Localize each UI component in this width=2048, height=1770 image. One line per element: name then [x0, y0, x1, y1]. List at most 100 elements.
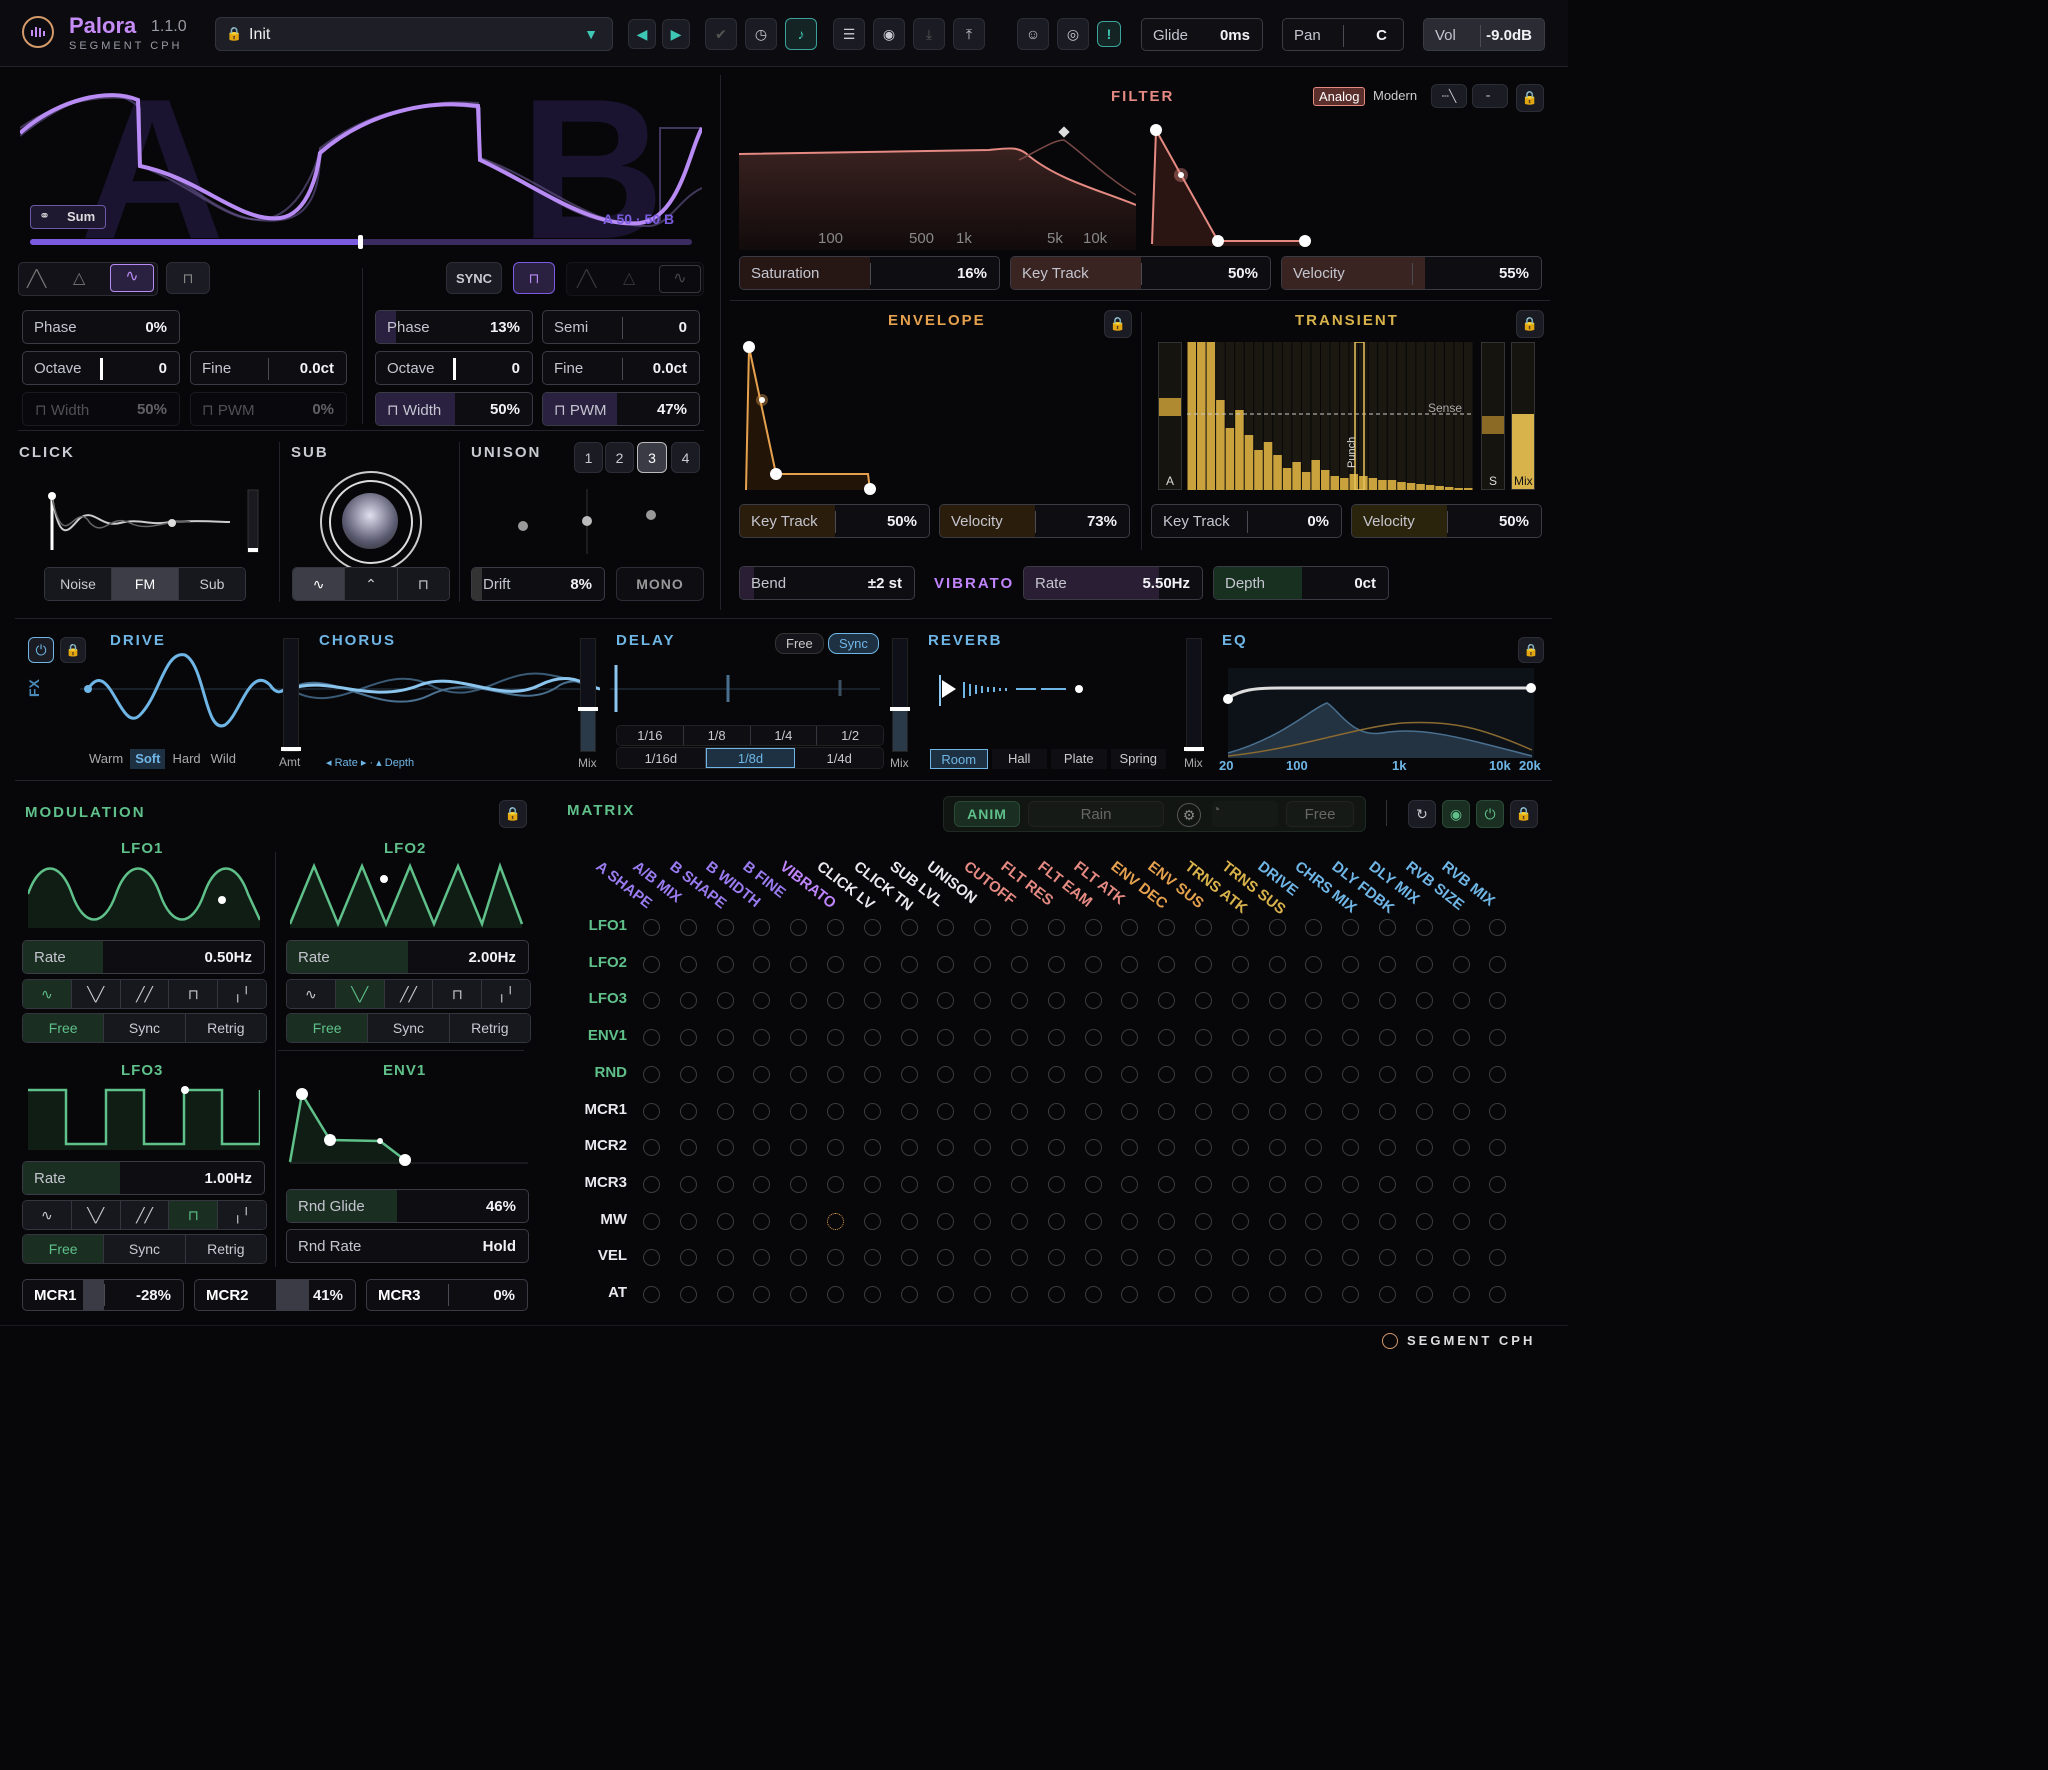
- filter-mode-modern[interactable]: Modern: [1373, 88, 1417, 103]
- matrix-cell[interactable]: [1489, 1029, 1507, 1047]
- lfo2-rate[interactable]: Rate 2.00Hz: [286, 940, 529, 974]
- matrix-cell[interactable]: [1158, 992, 1176, 1010]
- random-icon[interactable]: ╷╵: [218, 980, 266, 1008]
- matrix-cell[interactable]: [1268, 992, 1286, 1010]
- mono-button[interactable]: MONO: [616, 567, 704, 601]
- lock-icon[interactable]: 🔒: [1518, 637, 1544, 663]
- transient-mix-meter[interactable]: Mix: [1511, 342, 1535, 490]
- reverb-mode-hall[interactable]: Hall: [991, 749, 1047, 769]
- matrix-cell[interactable]: [1379, 919, 1396, 936]
- matrix-cell[interactable]: [679, 1065, 697, 1083]
- matrix-cell[interactable]: [1158, 1139, 1176, 1157]
- matrix-cell[interactable]: [974, 1029, 992, 1047]
- matrix-cell[interactable]: [1379, 955, 1396, 973]
- matrix-cell[interactable]: [790, 992, 808, 1010]
- square-icon[interactable]: ⊓: [169, 980, 219, 1008]
- matrix-cell[interactable]: [1415, 1175, 1433, 1193]
- sum-toggle[interactable]: ⚭ Sum: [30, 205, 106, 229]
- matrix-cell[interactable]: [716, 1212, 734, 1230]
- matrix-cell[interactable]: [900, 1029, 918, 1047]
- matrix-cell[interactable]: [753, 919, 771, 936]
- matrix-cell[interactable]: [1011, 1029, 1028, 1047]
- clock-icon[interactable]: ◷: [745, 18, 777, 50]
- reverb-display[interactable]: [936, 670, 1096, 710]
- delay-time-1-8[interactable]: 1/8: [683, 726, 751, 745]
- lowpass-icon[interactable]: ┄╲: [1431, 84, 1467, 108]
- osc-a-octave[interactable]: Octave 0: [22, 351, 180, 385]
- matrix-cell[interactable]: [863, 992, 881, 1010]
- macro-2[interactable]: MCR2 41%: [194, 1279, 356, 1311]
- matrix-cell[interactable]: [974, 1286, 992, 1303]
- matrix-cell[interactable]: [753, 992, 771, 1010]
- matrix-cell[interactable]: [937, 1139, 955, 1157]
- matrix-cell[interactable]: [790, 955, 808, 973]
- triangle-icon[interactable]: ╲╱: [71, 980, 121, 1008]
- saw-icon[interactable]: ╱╱: [120, 980, 170, 1008]
- reverb-mode-room[interactable]: Room: [930, 749, 988, 769]
- matrix-cell[interactable]: [1452, 1212, 1470, 1230]
- matrix-cell[interactable]: [753, 1029, 771, 1047]
- matrix-cell[interactable]: [679, 1102, 697, 1120]
- matrix-cell[interactable]: [900, 1102, 918, 1120]
- matrix-cell[interactable]: [1342, 1286, 1360, 1303]
- check-icon[interactable]: ✔: [705, 18, 737, 50]
- matrix-cell[interactable]: [1268, 1065, 1286, 1083]
- anim-button[interactable]: ANIM: [954, 801, 1020, 827]
- matrix-cell[interactable]: [1342, 1102, 1360, 1120]
- matrix-cell[interactable]: [1342, 1139, 1360, 1157]
- matrix-cell[interactable]: [679, 992, 697, 1010]
- matrix-cell[interactable]: [937, 955, 955, 973]
- matrix-cell[interactable]: [1415, 1102, 1433, 1120]
- matrix-cell[interactable]: [1489, 992, 1507, 1010]
- matrix-cell[interactable]: [863, 1102, 881, 1120]
- matrix-cell[interactable]: [1195, 1175, 1212, 1193]
- osc-a-phase[interactable]: Phase 0%: [22, 310, 180, 344]
- drive-chorus-display[interactable]: [80, 645, 600, 745]
- matrix-cell[interactable]: [643, 955, 660, 973]
- unison-spread-display[interactable]: [500, 484, 680, 554]
- matrix-cell[interactable]: [1268, 1175, 1286, 1193]
- matrix-cell[interactable]: [1047, 1286, 1065, 1303]
- osc-mix-slider[interactable]: [30, 235, 692, 249]
- matrix-cell[interactable]: [1452, 955, 1470, 973]
- matrix-cell[interactable]: [1231, 919, 1249, 936]
- matrix-cell[interactable]: [863, 1065, 881, 1083]
- matrix-cell[interactable]: [1489, 1212, 1507, 1230]
- matrix-cell[interactable]: [863, 1139, 881, 1157]
- matrix-cell[interactable]: [1268, 1139, 1286, 1157]
- matrix-cell[interactable]: [1489, 1139, 1507, 1157]
- matrix-cell[interactable]: [974, 1102, 992, 1120]
- matrix-cell[interactable]: [1121, 992, 1139, 1010]
- matrix-cell[interactable]: [679, 1175, 697, 1193]
- matrix-cell[interactable]: [1268, 1212, 1286, 1230]
- matrix-cell[interactable]: [900, 919, 918, 936]
- list-icon[interactable]: ☰: [833, 18, 865, 50]
- matrix-cell[interactable]: [1047, 992, 1065, 1010]
- delay-free-toggle[interactable]: Free: [775, 633, 824, 654]
- matrix-cell[interactable]: [1047, 955, 1065, 973]
- upload-icon[interactable]: ⤒: [953, 18, 985, 50]
- speed-icon[interactable]: ◔: [1212, 801, 1278, 827]
- matrix-cell[interactable]: [790, 1175, 808, 1193]
- click-mode-fm[interactable]: FM: [112, 568, 179, 600]
- matrix-cell[interactable]: [716, 1249, 734, 1267]
- matrix-cell[interactable]: [1121, 1065, 1139, 1083]
- matrix-cell[interactable]: [1158, 1102, 1176, 1120]
- matrix-cell[interactable]: [753, 1212, 771, 1230]
- matrix-cell[interactable]: [827, 1286, 844, 1303]
- matrix-cell[interactable]: [900, 1249, 918, 1267]
- matrix-cell[interactable]: [643, 1102, 660, 1120]
- matrix-cell[interactable]: [716, 1175, 734, 1193]
- delay-time-1-16d[interactable]: 1/16d: [617, 748, 706, 768]
- matrix-cell[interactable]: [790, 1139, 808, 1157]
- matrix-cell[interactable]: [753, 1175, 771, 1193]
- sine-icon[interactable]: ∿: [293, 568, 346, 600]
- drive-mode-warm[interactable]: Warm: [86, 749, 126, 769]
- matrix-cell[interactable]: [1084, 919, 1102, 936]
- download-icon[interactable]: ⤓: [913, 18, 945, 50]
- vibrato-rate[interactable]: Rate 5.50Hz: [1023, 566, 1203, 600]
- matrix-cell[interactable]: [1342, 955, 1360, 973]
- matrix-cell[interactable]: [643, 1286, 660, 1303]
- filter-response-display[interactable]: [739, 110, 1136, 250]
- face-icon[interactable]: ☺: [1017, 18, 1049, 50]
